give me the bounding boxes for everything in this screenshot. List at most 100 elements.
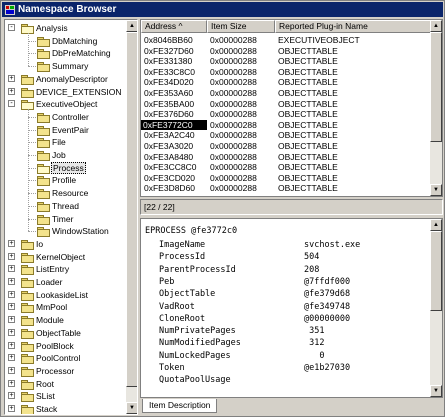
collapse-button[interactable]: - — [8, 100, 15, 108]
scroll-up-button[interactable]: ▲ — [430, 20, 442, 32]
cell-plugin-name: OBJECTTABLE — [278, 66, 338, 77]
expand-button[interactable]: + — [8, 87, 15, 95]
tree-item[interactable]: ObjectTable — [21, 327, 82, 339]
folder-icon — [21, 328, 34, 339]
tree-item-label: Analysis — [36, 23, 68, 33]
list-row[interactable]: 0xFE376D60 0x00000288 OBJECTTABLE — [141, 109, 431, 119]
scroll-thumb[interactable] — [430, 231, 442, 311]
expand-button[interactable]: + — [8, 303, 15, 311]
tree-item[interactable]: PoolBlock — [21, 340, 75, 352]
list-row[interactable]: 0xFE35BA00 0x00000288 OBJECTTABLE — [141, 99, 431, 109]
folder-icon — [21, 252, 34, 263]
scroll-down-button[interactable]: ▼ — [430, 184, 442, 196]
expand-button[interactable]: + — [8, 354, 15, 362]
tree-item[interactable]: EventPair — [37, 124, 90, 136]
tree-item[interactable]: DbMatching — [37, 35, 98, 47]
cell-address: 0xFE3772C0 — [141, 119, 207, 130]
list-row[interactable]: 0x8046BB60 0x00000288 EXECUTIVEOBJECT — [141, 35, 431, 45]
tree-item[interactable]: WindowStation — [37, 225, 110, 238]
detail-scrollbar[interactable]: ▲ ▼ — [430, 219, 442, 397]
scroll-down-button[interactable]: ▼ — [126, 402, 137, 414]
cell-plugin-name: OBJECTTABLE — [278, 141, 338, 151]
list-row[interactable]: 0xFE34D020 0x00000288 OBJECTTABLE — [141, 77, 431, 87]
expand-button[interactable]: + — [8, 252, 15, 260]
tree-item[interactable]: Controller — [37, 111, 90, 123]
tree-item[interactable]: Profile — [37, 174, 77, 187]
column-header-address[interactable]: Address ^ — [141, 20, 207, 33]
column-header-item-size[interactable]: Item Size — [207, 20, 275, 33]
scroll-thumb[interactable] — [126, 32, 137, 387]
scroll-down-button[interactable]: ▼ — [430, 385, 442, 397]
scroll-up-button[interactable]: ▲ — [126, 20, 137, 32]
list-row[interactable]: 0xFE3D8D60 0x00000288 OBJECTTABLE — [141, 183, 431, 193]
expand-button[interactable]: + — [8, 366, 15, 374]
expand-button[interactable]: + — [8, 74, 15, 82]
list-row[interactable]: 0xFE3A3020 0x00000288 OBJECTTABLE — [141, 141, 431, 151]
tree-item[interactable]: Module — [21, 314, 65, 327]
tree-item[interactable]: Stack — [21, 403, 58, 414]
tree-item[interactable]: MmPool — [21, 301, 68, 314]
column-header-plugin-name[interactable]: Reported Plug-in Name — [275, 20, 431, 33]
expand-button[interactable]: + — [8, 328, 15, 336]
folder-icon — [21, 316, 34, 327]
tree-item[interactable]: PoolControl — [21, 352, 81, 365]
cell-plugin-name: OBJECTTABLE — [278, 88, 338, 98]
folder-icon — [21, 392, 34, 403]
tree-item[interactable]: LookasideList — [21, 289, 89, 301]
list-row[interactable]: 0xFE3A2C40 0x00000288 OBJECTTABLE — [141, 130, 431, 140]
list-header: Address ^ Item Size Reported Plug-in Nam… — [141, 20, 431, 33]
field-value: 208 — [304, 264, 320, 275]
tree-item-label: DbMatching — [52, 35, 98, 46]
item-description-pane[interactable]: EPROCESS @fe3772c0 ImageName svchost.exe P… — [140, 218, 443, 398]
tree-item[interactable]: DEVICE_EXTENSION — [21, 86, 123, 98]
expand-button[interactable]: + — [8, 379, 15, 387]
namespace-tree[interactable]: - Analysis DbMatching DbPreMatching Summary +… — [4, 19, 138, 415]
tree-item[interactable]: ExecutiveObject — [21, 98, 98, 111]
list-row[interactable]: 0xFE331380 0x00000288 OBJECTTABLE — [141, 56, 431, 66]
list-row[interactable]: 0xFE3CC8C0 0x00000288 OBJECTTABLE — [141, 162, 431, 172]
tab-item-description[interactable]: Item Description — [142, 399, 218, 413]
expand-button[interactable]: + — [8, 405, 15, 412]
tree-item[interactable]: DbPreMatching — [37, 47, 112, 60]
expand-button[interactable]: + — [8, 290, 15, 298]
expand-button[interactable]: + — [8, 239, 15, 247]
expand-button[interactable]: + — [8, 341, 15, 349]
tree-item[interactable]: KernelObject — [21, 251, 86, 263]
tree-item[interactable]: AnomalyDescriptor — [21, 73, 109, 85]
list-row[interactable]: 0xFE3772C0 0x00000288 OBJECTTABLE — [141, 119, 431, 130]
list-row[interactable]: 0xFE33C8C0 0x00000288 OBJECTTABLE — [141, 67, 431, 77]
object-list[interactable]: Address ^ Item Size Reported Plug-in Nam… — [140, 19, 443, 197]
list-row[interactable]: 0xFE327D60 0x00000288 OBJECTTABLE — [141, 46, 431, 56]
expand-button[interactable]: + — [8, 265, 15, 273]
cell-address: 0xFE3A3020 — [144, 141, 194, 151]
tree-item[interactable]: Job — [37, 149, 67, 161]
tree-item[interactable]: SList — [21, 390, 56, 403]
list-row[interactable]: 0xFE353A60 0x00000288 OBJECTTABLE — [141, 88, 431, 98]
tree-item[interactable]: ListEntry — [21, 263, 70, 276]
tree-item[interactable]: File — [37, 136, 67, 149]
cell-address: 0xFE3CD020 — [144, 172, 196, 183]
cell-item-size: 0x00000288 — [210, 98, 257, 109]
collapse-button[interactable]: - — [8, 24, 15, 31]
expand-button[interactable]: + — [8, 278, 15, 285]
tree-item[interactable]: Root — [21, 378, 55, 390]
tree-item[interactable]: Processor — [21, 365, 75, 377]
tree-item[interactable]: Summary — [37, 60, 89, 73]
tree-scrollbar[interactable]: ▲ ▼ — [126, 20, 137, 414]
scroll-up-button[interactable]: ▲ — [430, 219, 442, 231]
field-name: Peb — [159, 276, 175, 287]
tree-item[interactable]: Loader — [21, 276, 63, 288]
list-row[interactable]: 0xFE3A8480 0x00000288 OBJECTTABLE — [141, 152, 431, 162]
tree-item[interactable]: Timer — [37, 213, 74, 225]
tree-item[interactable]: Io — [21, 238, 44, 250]
expand-button[interactable]: + — [8, 392, 15, 400]
tree-item[interactable]: Resource — [37, 187, 89, 200]
expand-button[interactable]: + — [8, 316, 15, 324]
tree-item[interactable]: Process — [37, 161, 86, 174]
scroll-thumb[interactable] — [430, 32, 442, 142]
tree-item-label: Module — [36, 315, 64, 326]
cell-item-size: 0x00000288 — [210, 77, 257, 88]
tree-item[interactable]: Thread — [37, 200, 80, 212]
list-row[interactable]: 0xFE3CD020 0x00000288 OBJECTTABLE — [141, 173, 431, 183]
list-scrollbar[interactable]: ▲ ▼ — [430, 20, 442, 196]
